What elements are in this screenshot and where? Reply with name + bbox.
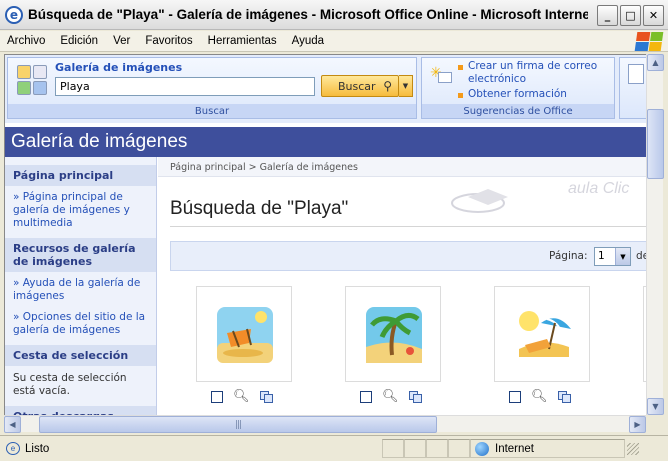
pagination-bar: Página: 1 ▼ de xyxy=(170,241,646,271)
search-input[interactable]: Playa xyxy=(55,77,315,96)
status-cell-empty xyxy=(448,439,470,458)
breadcrumb[interactable]: Página principal > Galería de imágenes xyxy=(170,162,358,173)
horizontal-scrollbar[interactable]: ◀ ||| ▶ xyxy=(4,415,646,433)
menu-herramientas[interactable]: Herramientas xyxy=(201,35,285,47)
sparkle-mail-icon: ✳ xyxy=(430,66,452,84)
result-thumbnail-beach-chair[interactable] xyxy=(196,286,292,382)
clipart-icon xyxy=(17,65,47,95)
select-checkbox[interactable] xyxy=(360,391,372,403)
sidebar-link-home[interactable]: » Página principal de galería de imágene… xyxy=(5,186,156,230)
scroll-down-button[interactable]: ▼ xyxy=(647,398,664,415)
window-controls: _ □ ✕ xyxy=(597,5,664,26)
search-dropdown-button[interactable]: ▼ xyxy=(399,75,413,97)
menu-archivo[interactable]: Archivo xyxy=(0,35,53,47)
magnifier-icon[interactable]: 🔍︎ xyxy=(531,390,548,403)
menu-favoritos[interactable]: Favoritos xyxy=(138,35,200,47)
status-cell-empty xyxy=(426,439,448,458)
copy-icon[interactable] xyxy=(259,391,274,403)
sidebar-link-help[interactable]: » Ayuda de la galería de imágenes xyxy=(5,272,156,303)
window-title: Búsqueda de "Playa" - Galería de imágene… xyxy=(28,7,588,22)
main-content: Página principal > Galería de imágenes a… xyxy=(158,157,646,415)
search-icon: ⚲ xyxy=(383,79,392,93)
status-bar: e Listo Internet xyxy=(0,435,668,461)
umbrella-beach-image xyxy=(519,311,571,357)
copy-icon[interactable] xyxy=(408,391,423,403)
heading-divider xyxy=(170,226,646,227)
vertical-scroll-thumb[interactable] xyxy=(647,109,664,179)
sidebar-heading-home: Página principal xyxy=(5,165,156,186)
select-checkbox[interactable] xyxy=(509,391,521,403)
close-button[interactable]: ✕ xyxy=(643,5,664,26)
page-heading: Búsqueda de "Playa" xyxy=(170,198,349,219)
search-button[interactable]: Buscar ⚲ xyxy=(321,75,399,97)
scroll-up-button[interactable]: ▲ xyxy=(647,54,664,71)
suggestion-bullet xyxy=(458,65,463,70)
menu-edicion[interactable]: Edición xyxy=(53,35,106,47)
watermark-logo: aula Clic xyxy=(451,180,629,213)
sidebar-link-options[interactable]: » Opciones del sitio de la galería de im… xyxy=(5,303,156,337)
window-titlebar: e Búsqueda de "Playa" - Galería de imáge… xyxy=(0,0,668,30)
extra-panel xyxy=(619,57,646,119)
zone-text: Internet xyxy=(495,442,534,455)
page-status-icon: e xyxy=(6,442,20,455)
result-thumbnail-umbrella[interactable] xyxy=(494,286,590,382)
document-icon xyxy=(628,64,644,84)
sidebar-heading-cart: Cesta de selección xyxy=(5,345,156,366)
minimize-button[interactable]: _ xyxy=(597,5,618,26)
page-of-label: de xyxy=(636,250,646,262)
result-actions: 🔍︎ xyxy=(360,390,423,403)
suggestions-panel: ✳ Crear un firma de correo electrónico O… xyxy=(421,57,615,119)
scroll-right-button[interactable]: ▶ xyxy=(629,416,646,433)
search-box-panel: Galería de imágenes Playa Buscar ⚲ ▼ Bus… xyxy=(7,57,417,119)
globe-icon xyxy=(475,441,489,456)
resize-grip-icon[interactable] xyxy=(627,442,639,455)
horizontal-scroll-thumb[interactable]: ||| xyxy=(39,416,437,433)
maximize-button[interactable]: □ xyxy=(620,5,641,26)
result-actions: 🔍︎ xyxy=(211,390,274,403)
suggestion-training-link[interactable]: Obtener formación xyxy=(468,88,567,101)
page-select[interactable]: 1 ▼ xyxy=(594,247,631,266)
office-toolbar-panel: Galería de imágenes Playa Buscar ⚲ ▼ Bus… xyxy=(5,55,646,123)
status-cell: e Listo xyxy=(2,439,382,458)
scroll-corner xyxy=(646,415,663,432)
sidebar-heading-downloads: Otras descargas xyxy=(5,406,156,415)
search-label: Galería de imágenes xyxy=(55,61,183,74)
watermark-text: aula Clic xyxy=(568,180,629,197)
palm-beach-image xyxy=(366,307,422,363)
result-thumbnail-palm-beach[interactable] xyxy=(345,286,441,382)
menu-ayuda[interactable]: Ayuda xyxy=(285,35,332,47)
status-cell-empty xyxy=(382,439,404,458)
magnifier-icon[interactable]: 🔍︎ xyxy=(382,390,399,403)
page-label: Página: xyxy=(549,250,588,262)
search-panel-footer: Buscar xyxy=(8,104,416,118)
suggestion-signature-link[interactable]: Crear un firma de correo electrónico xyxy=(468,60,603,86)
beach-chair-image xyxy=(217,307,273,363)
page-select-value: 1 xyxy=(598,250,605,262)
vertical-scrollbar[interactable]: ▲ ▼ xyxy=(646,54,664,415)
zone-cell: Internet xyxy=(470,439,625,458)
windows-logo-icon xyxy=(634,32,664,51)
suggestions-footer: Sugerencias de Office xyxy=(422,104,614,118)
status-cell-empty xyxy=(404,439,426,458)
menu-ver[interactable]: Ver xyxy=(106,35,138,47)
chevron-down-icon[interactable]: ▼ xyxy=(615,248,630,265)
suggestion-bullet xyxy=(458,93,463,98)
search-button-label: Buscar xyxy=(338,79,376,93)
result-actions: 🔍︎ xyxy=(509,390,572,403)
status-text: Listo xyxy=(25,442,50,455)
sidebar: Página principal » Página principal de g… xyxy=(5,157,157,415)
page-viewport: Galería de imágenes Playa Buscar ⚲ ▼ Bus… xyxy=(4,54,646,415)
menu-bar: Archivo Edición Ver Favoritos Herramient… xyxy=(0,31,668,52)
page-banner: Galería de imágenes xyxy=(5,127,646,157)
sidebar-heading-resources: Recursos de galería de imágenes xyxy=(5,238,156,272)
scroll-left-button[interactable]: ◀ xyxy=(4,416,21,433)
copy-icon[interactable] xyxy=(557,391,572,403)
magnifier-icon[interactable]: 🔍︎ xyxy=(233,390,250,403)
sidebar-cart-text: Su cesta de selección está vacía. xyxy=(13,372,127,397)
select-checkbox[interactable] xyxy=(211,391,223,403)
ie-icon: e xyxy=(5,5,23,24)
